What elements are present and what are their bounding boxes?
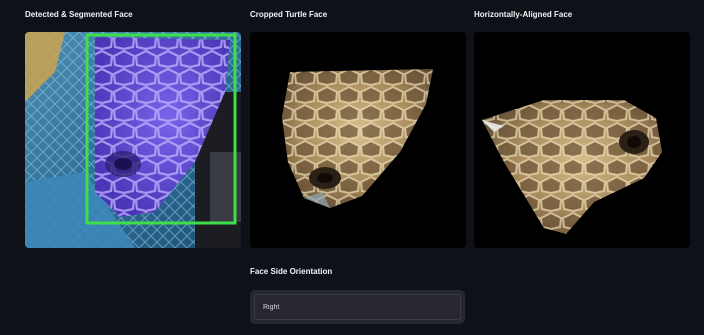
detected-face-image	[25, 32, 241, 248]
aligned-face-title: Horizontally-Aligned Face	[474, 10, 573, 19]
detected-face-title: Detected & Segmented Face	[25, 10, 133, 19]
cropped-face-title: Cropped Turtle Face	[250, 10, 328, 19]
orientation-input[interactable]	[254, 294, 461, 320]
orientation-field[interactable]	[250, 290, 465, 324]
orientation-label: Face Side Orientation	[250, 267, 333, 276]
cropped-face-image	[250, 32, 466, 248]
aligned-face-image	[474, 32, 690, 248]
